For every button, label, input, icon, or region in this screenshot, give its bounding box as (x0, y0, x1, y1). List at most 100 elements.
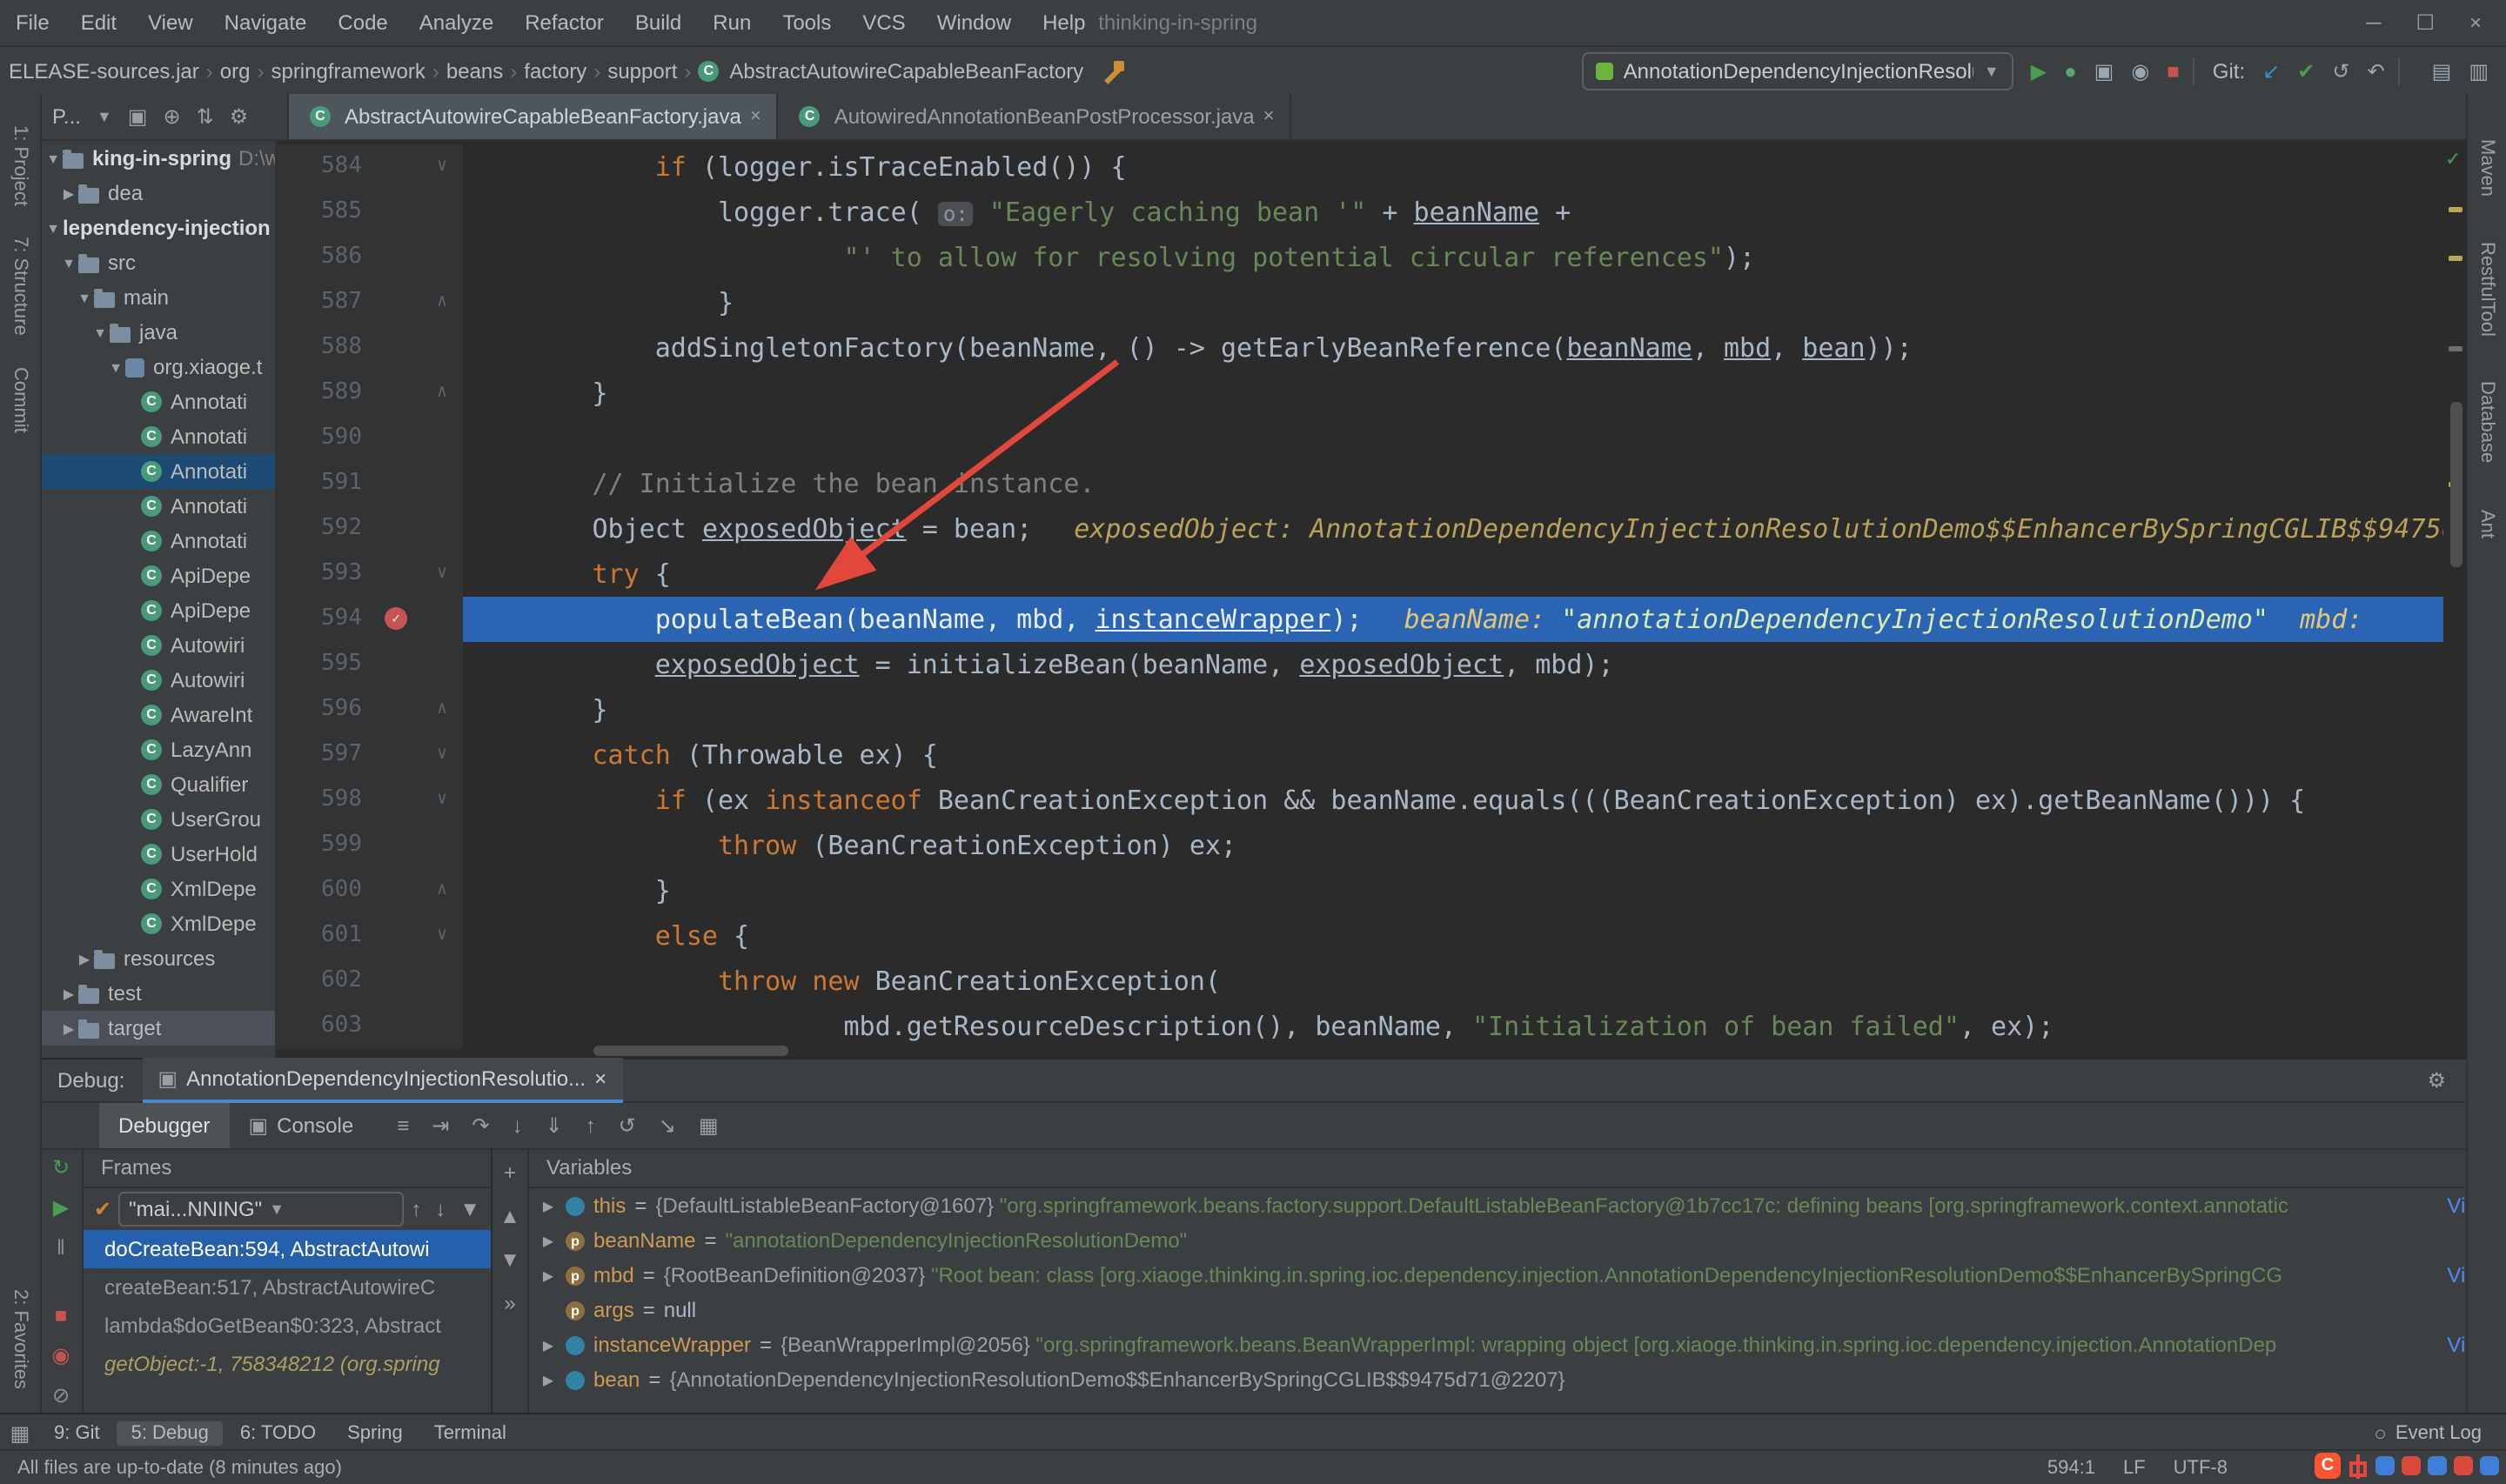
variable-row[interactable]: ▶ p mbd = {RootBeanDefinition@2037} "Root … (529, 1258, 2506, 1293)
tree-item[interactable]: ▼ src (40, 245, 275, 280)
filter-icon[interactable]: ▼ (459, 1197, 480, 1221)
chevron-down-icon[interactable]: ▼ (90, 324, 110, 340)
variable-row[interactable]: ▶ instanceWrapper = {BeanWrapperImpl@2056… (529, 1327, 2506, 1362)
project-view-icon[interactable]: ▣ (128, 104, 148, 129)
coverage-icon[interactable]: ▣ (2094, 59, 2114, 84)
breakpoint-column[interactable] (372, 190, 421, 235)
line-number[interactable]: 596 (275, 687, 372, 732)
fold-up-icon[interactable]: ∧ (421, 868, 463, 913)
collapse-all-icon[interactable]: ⇅ (197, 104, 214, 129)
expand-arrow-icon[interactable]: ▶ (539, 1233, 557, 1248)
resume-icon[interactable]: ▶ (53, 1197, 69, 1218)
line-number[interactable]: 600 (275, 868, 372, 913)
breakpoint-column[interactable] (372, 235, 421, 280)
tree-item[interactable]: C Annotati (40, 489, 275, 524)
code-text[interactable] (463, 416, 2468, 461)
menu-file[interactable]: File (0, 0, 65, 45)
tab-console[interactable]: ▣ Console (229, 1103, 372, 1148)
editor-vertical-scrollbar[interactable] (2450, 402, 2462, 567)
code-text[interactable]: throw new BeanCreationException( (463, 959, 2468, 1004)
variable-row[interactable]: p args = null (529, 1293, 2506, 1327)
tree-item[interactable]: ▶ dea (40, 176, 275, 211)
tree-item[interactable]: C ApiDepe (40, 558, 275, 593)
breakpoint-column[interactable] (372, 732, 421, 778)
line-number[interactable]: 590 (275, 416, 372, 461)
line-number[interactable]: 599 (275, 823, 372, 868)
menu-vcs[interactable]: VCS (847, 0, 921, 45)
line-number[interactable]: 603 (275, 1004, 372, 1049)
debug-icon[interactable]: ● (2064, 59, 2077, 84)
breadcrumb-item[interactable]: AbstractAutowireCapableBeanFactory (724, 59, 1089, 84)
toolwindow-button-restfultool[interactable]: RestfulTool (2476, 242, 2497, 337)
menu-code[interactable]: Code (322, 0, 403, 45)
code-text[interactable]: // Initialize the bean instance. (463, 461, 2468, 506)
breadcrumb-item[interactable]: support (602, 59, 682, 84)
chevron-down-icon[interactable]: ▼ (59, 255, 78, 271)
move-watch-up-icon[interactable]: ▲ (499, 1206, 520, 1227)
menu-window[interactable]: Window (921, 0, 1027, 45)
encoding[interactable]: UTF-8 (2174, 1458, 2228, 1479)
stripe-mark[interactable] (2449, 256, 2462, 261)
variable-row[interactable]: ▶ this = {DefaultListableBeanFactory@1607… (529, 1188, 2506, 1223)
breakpoint-column[interactable] (372, 687, 421, 732)
menu-icon[interactable]: ≡ (397, 1113, 409, 1138)
line-number[interactable]: 597 (275, 732, 372, 778)
pause-icon[interactable]: ‖ (57, 1237, 65, 1258)
editor-tab[interactable]: C AutowiredAnnotationBeanPostProcessor.ja… (779, 94, 1292, 139)
line-number[interactable]: 584 (275, 144, 372, 190)
code-text[interactable]: exposedObject = initializeBean(beanName,… (463, 642, 2468, 687)
code-text[interactable]: mbd.getResourceDescription(), beanName, … (463, 1004, 2468, 1049)
code-text[interactable]: try { (463, 551, 2468, 597)
run-configuration-select[interactable]: AnnotationDependencyInjectionResolutionD… (1581, 52, 2014, 90)
stop-icon[interactable]: ■ (55, 1305, 68, 1326)
expand-arrow-icon[interactable]: ▶ (539, 1337, 557, 1353)
git-revert-icon[interactable]: ↶ (2368, 59, 2385, 84)
breakpoint-column[interactable] (372, 371, 421, 416)
line-number[interactable]: 602 (275, 959, 372, 1004)
chevron-down-icon[interactable]: ▼ (106, 359, 125, 375)
fold-up-icon[interactable]: ∧ (421, 687, 463, 732)
chevron-down-icon[interactable]: ▼ (44, 220, 63, 236)
breakpoint-column[interactable] (372, 823, 421, 868)
tree-item[interactable]: ▶ resources (40, 941, 275, 976)
minimize-icon[interactable]: ─ (2366, 12, 2381, 33)
git-commit-icon[interactable]: ✔ (2297, 59, 2315, 84)
breakpoint-column[interactable] (372, 325, 421, 371)
chevron-down-icon[interactable]: ▼ (75, 290, 94, 305)
menu-tools[interactable]: Tools (767, 0, 847, 45)
breakpoint-column[interactable]: ✓ (372, 597, 421, 642)
fold-up-icon[interactable]: ∧ (421, 280, 463, 325)
tree-item[interactable]: C XmlDepe (40, 872, 275, 906)
toolwindow-button--structure[interactable]: 7: Structure (10, 237, 30, 337)
close-icon[interactable]: × (2469, 12, 2482, 33)
variable-row[interactable]: ▶ bean = {AnnotationDependencyInjectionRe… (529, 1362, 2506, 1397)
tree-item[interactable]: C Autowiri (40, 663, 275, 698)
chevron-right-icon[interactable]: ▶ (59, 185, 78, 201)
line-number[interactable]: 588 (275, 325, 372, 371)
breakpoint-column[interactable] (372, 913, 421, 959)
line-ending[interactable]: LF (2123, 1458, 2146, 1479)
tree-item[interactable]: C UserHold (40, 837, 275, 872)
toolwindow-toggle-icon[interactable]: ▦ (0, 1422, 40, 1443)
tree-item[interactable]: ▼ king-in-spring D:\wor (40, 141, 275, 176)
line-number[interactable]: 592 (275, 506, 372, 551)
stripe-mark[interactable] (2449, 207, 2462, 212)
fold-down-icon[interactable]: ∨ (421, 551, 463, 597)
code-text[interactable]: } (463, 280, 2468, 325)
editor-error-stripe[interactable]: ✓ (2443, 141, 2468, 1044)
code-text[interactable]: else { (463, 913, 2468, 959)
tree-item[interactable]: ▶ test (40, 976, 275, 1011)
chevron-right-icon[interactable]: ▶ (75, 951, 94, 966)
tree-item[interactable]: ▼ lependency-injection (40, 211, 275, 245)
close-icon[interactable]: × (750, 106, 761, 127)
step-out-icon[interactable]: ↑ (586, 1113, 596, 1138)
mute-breakpoints-icon[interactable]: ⊘ (52, 1385, 70, 1406)
profiler-icon[interactable]: ◉ (2131, 59, 2149, 84)
build-hammer-icon[interactable] (1102, 60, 1125, 83)
menu-edit[interactable]: Edit (65, 0, 132, 45)
layout-panels-icon[interactable]: ▤ (2432, 59, 2452, 84)
stripe-mark[interactable] (2449, 346, 2462, 351)
code-text[interactable]: populateBean(beanName, mbd, instanceWrap… (463, 597, 2468, 642)
tree-item[interactable]: C Autowiri (40, 628, 275, 663)
menu-analyze[interactable]: Analyze (404, 0, 509, 45)
